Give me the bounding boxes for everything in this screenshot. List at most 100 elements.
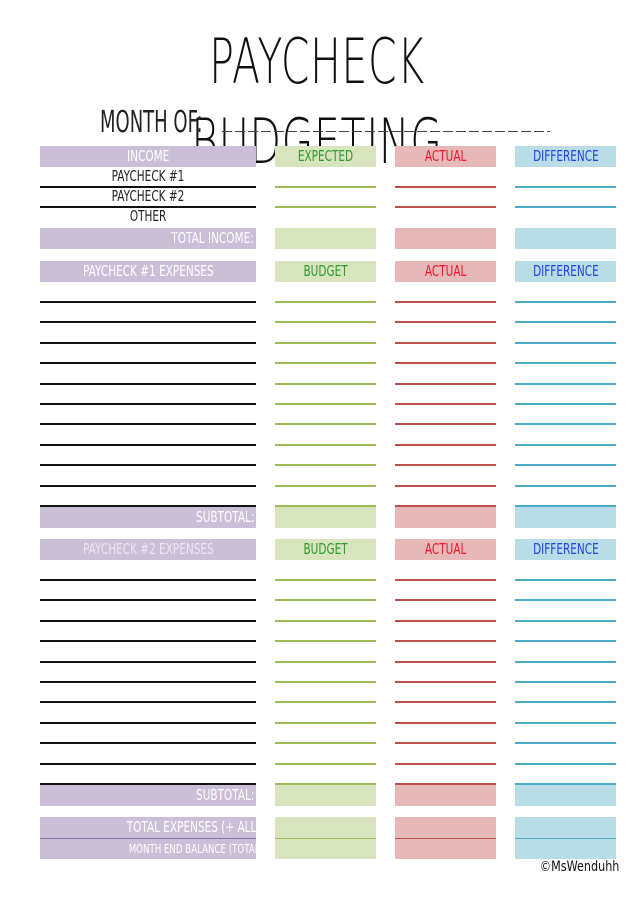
paycheck-1-actual-field[interactable] [395, 383, 496, 385]
paycheck-2-subtotal-budget-field[interactable] [275, 785, 376, 806]
paycheck-1-actual-field[interactable] [395, 423, 496, 425]
paycheck-2-subtotal-difference-field[interactable] [515, 785, 616, 806]
paycheck-2-budget-field[interactable] [275, 742, 376, 744]
paycheck-2-budget-field[interactable] [275, 701, 376, 703]
paycheck-1-expense-name-field[interactable] [40, 403, 256, 405]
paycheck-2-actual-field[interactable] [395, 599, 496, 601]
paycheck-1-difference-field[interactable] [515, 464, 616, 466]
paycheck-2-difference-field[interactable] [515, 640, 616, 642]
paycheck-1-expense-name-field[interactable] [40, 423, 256, 425]
paycheck-2-expense-name-field[interactable] [40, 620, 256, 622]
income-difference-field[interactable] [515, 206, 616, 208]
total-expenses-budget-field[interactable] [275, 817, 376, 838]
paycheck-2-expense-name-field[interactable] [40, 579, 256, 581]
paycheck-1-difference-field[interactable] [515, 403, 616, 405]
paycheck-1-difference-field[interactable] [515, 383, 616, 385]
paycheck-2-difference-field[interactable] [515, 599, 616, 601]
paycheck-2-expense-name-field[interactable] [40, 742, 256, 744]
paycheck-2-actual-field[interactable] [395, 763, 496, 765]
paycheck-1-actual-field[interactable] [395, 301, 496, 303]
paycheck-1-actual-field[interactable] [395, 403, 496, 405]
paycheck-1-expense-name-field[interactable] [40, 362, 256, 364]
paycheck-1-actual-field[interactable] [395, 362, 496, 364]
paycheck-2-difference-field[interactable] [515, 763, 616, 765]
paycheck-1-actual-field[interactable] [395, 342, 496, 344]
paycheck-2-difference-field[interactable] [515, 681, 616, 683]
paycheck-2-actual-field[interactable] [395, 620, 496, 622]
paycheck-1-budget-field[interactable] [275, 321, 376, 323]
paycheck-1-budget-field[interactable] [275, 362, 376, 364]
paycheck-2-difference-field[interactable] [515, 620, 616, 622]
paycheck-2-difference-field[interactable] [515, 579, 616, 581]
paycheck-2-actual-field[interactable] [395, 722, 496, 724]
paycheck-2-actual-field[interactable] [395, 661, 496, 663]
paycheck-1-difference-field[interactable] [515, 342, 616, 344]
month-end-budget-field[interactable] [275, 839, 376, 859]
total-income-actual-field[interactable] [395, 228, 496, 249]
paycheck-1-expense-name-field[interactable] [40, 383, 256, 385]
paycheck-1-expense-name-field[interactable] [40, 444, 256, 446]
total-expenses-actual-field[interactable] [395, 817, 496, 838]
paycheck-1-actual-field[interactable] [395, 485, 496, 487]
paycheck-1-expense-name-field[interactable] [40, 464, 256, 466]
paycheck-2-difference-field[interactable] [515, 661, 616, 663]
paycheck-1-budget-field[interactable] [275, 383, 376, 385]
income-actual-field[interactable] [395, 186, 496, 188]
paycheck-1-difference-field[interactable] [515, 485, 616, 487]
paycheck-2-expense-name-field[interactable] [40, 722, 256, 724]
paycheck-2-expense-name-field[interactable] [40, 763, 256, 765]
paycheck-1-budget-field[interactable] [275, 403, 376, 405]
paycheck-1-budget-field[interactable] [275, 485, 376, 487]
paycheck-1-subtotal-budget-field[interactable] [275, 507, 376, 528]
total-income-expected-field[interactable] [275, 228, 376, 249]
month-end-actual-field[interactable] [395, 839, 496, 859]
paycheck-2-budget-field[interactable] [275, 599, 376, 601]
month-of-field[interactable] [222, 131, 550, 132]
paycheck-1-budget-field[interactable] [275, 464, 376, 466]
income-difference-field[interactable] [515, 186, 616, 188]
paycheck-1-actual-field[interactable] [395, 444, 496, 446]
paycheck-1-actual-field[interactable] [395, 321, 496, 323]
paycheck-2-budget-field[interactable] [275, 763, 376, 765]
paycheck-2-actual-field[interactable] [395, 742, 496, 744]
paycheck-2-difference-field[interactable] [515, 701, 616, 703]
paycheck-2-budget-field[interactable] [275, 722, 376, 724]
paycheck-2-actual-field[interactable] [395, 701, 496, 703]
paycheck-2-subtotal-actual-field[interactable] [395, 785, 496, 806]
paycheck-2-budget-field[interactable] [275, 579, 376, 581]
paycheck-1-difference-field[interactable] [515, 423, 616, 425]
paycheck-2-expense-name-field[interactable] [40, 701, 256, 703]
paycheck-2-actual-field[interactable] [395, 640, 496, 642]
paycheck-1-subtotal-difference-field[interactable] [515, 507, 616, 528]
paycheck-2-actual-field[interactable] [395, 681, 496, 683]
income-expected-field[interactable] [275, 186, 376, 188]
paycheck-1-budget-field[interactable] [275, 423, 376, 425]
paycheck-1-actual-field[interactable] [395, 464, 496, 466]
paycheck-1-difference-field[interactable] [515, 301, 616, 303]
paycheck-1-expense-name-field[interactable] [40, 485, 256, 487]
income-actual-field[interactable] [395, 206, 496, 208]
paycheck-1-difference-field[interactable] [515, 444, 616, 446]
paycheck-1-budget-field[interactable] [275, 301, 376, 303]
paycheck-2-expense-name-field[interactable] [40, 599, 256, 601]
paycheck-2-budget-field[interactable] [275, 681, 376, 683]
paycheck-2-difference-field[interactable] [515, 742, 616, 744]
paycheck-1-difference-field[interactable] [515, 362, 616, 364]
paycheck-1-difference-field[interactable] [515, 321, 616, 323]
paycheck-1-expense-name-field[interactable] [40, 321, 256, 323]
paycheck-1-expense-name-field[interactable] [40, 301, 256, 303]
paycheck-2-expense-name-field[interactable] [40, 681, 256, 683]
income-expected-field[interactable] [275, 206, 376, 208]
paycheck-1-budget-field[interactable] [275, 342, 376, 344]
paycheck-2-expense-name-field[interactable] [40, 661, 256, 663]
paycheck-1-expense-name-field[interactable] [40, 342, 256, 344]
paycheck-2-budget-field[interactable] [275, 620, 376, 622]
paycheck-2-budget-field[interactable] [275, 640, 376, 642]
month-end-difference-field[interactable] [515, 839, 616, 859]
paycheck-1-subtotal-actual-field[interactable] [395, 507, 496, 528]
paycheck-2-expense-name-field[interactable] [40, 640, 256, 642]
paycheck-2-actual-field[interactable] [395, 579, 496, 581]
paycheck-2-budget-field[interactable] [275, 661, 376, 663]
total-income-difference-field[interactable] [515, 228, 616, 249]
total-expenses-difference-field[interactable] [515, 817, 616, 838]
